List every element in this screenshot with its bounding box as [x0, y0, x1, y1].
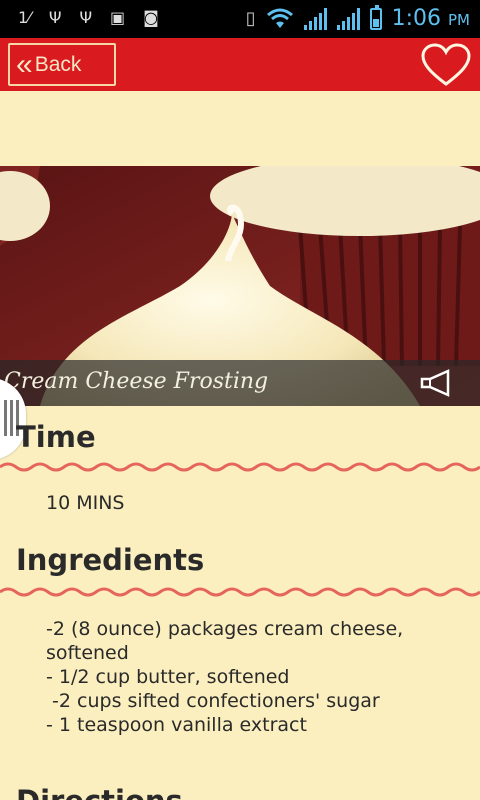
signal-strength-1x-icon: 1⁄ [18, 8, 31, 27]
status-bar: 1⁄ Ψ Ψ ▣ ◙ ▯ 1:06 PM [0, 0, 480, 38]
time-value: 10 MINS [46, 492, 125, 514]
ingredient-line: - 1 teaspoon vanilla extract [46, 714, 307, 736]
system-icons: ▯ 1:06 PM [245, 4, 470, 31]
gallery-icon: ▣ [110, 8, 126, 27]
back-button[interactable]: « Back [8, 43, 116, 86]
camera-icon: ◙ [143, 8, 159, 27]
wave-divider [0, 587, 480, 597]
ingredient-line: -2 cups sifted confectioners' sugar [46, 690, 380, 712]
megaphone-icon[interactable] [418, 368, 458, 398]
usb-debug-icon: Ψ [79, 8, 93, 27]
time-heading: Time [16, 420, 96, 454]
vibrate-icon: ▯ [245, 8, 256, 29]
recipe-title-bar: Cream Cheese Frosting [0, 360, 480, 406]
recipe-title: Cream Cheese Frosting [4, 369, 269, 394]
usb-icon: Ψ [48, 8, 62, 27]
ingredient-line: -2 (8 ounce) packages cream cheese, [46, 618, 404, 640]
ingredient-line: softened [46, 642, 129, 664]
back-button-label: Back [34, 52, 82, 76]
signal-icon-2 [336, 7, 360, 30]
app-bar: « Back [0, 38, 480, 91]
signal-icon [303, 7, 327, 30]
clock: 1:06 PM [391, 6, 470, 31]
wave-divider [0, 462, 480, 472]
ingredient-line: - 1/2 cup butter, softened [46, 666, 290, 688]
ingredients-list: -2 (8 ounce) packages cream cheese, soft… [46, 617, 403, 737]
wifi-icon [266, 8, 293, 28]
ingredients-heading: Ingredients [16, 543, 205, 577]
double-chevron-left-icon: « [16, 47, 33, 81]
battery-charging-icon [369, 4, 382, 30]
heart-outline-icon[interactable] [420, 42, 472, 88]
notification-icons: 1⁄ Ψ Ψ ▣ ◙ [18, 8, 159, 27]
directions-heading: Directions [16, 784, 183, 800]
